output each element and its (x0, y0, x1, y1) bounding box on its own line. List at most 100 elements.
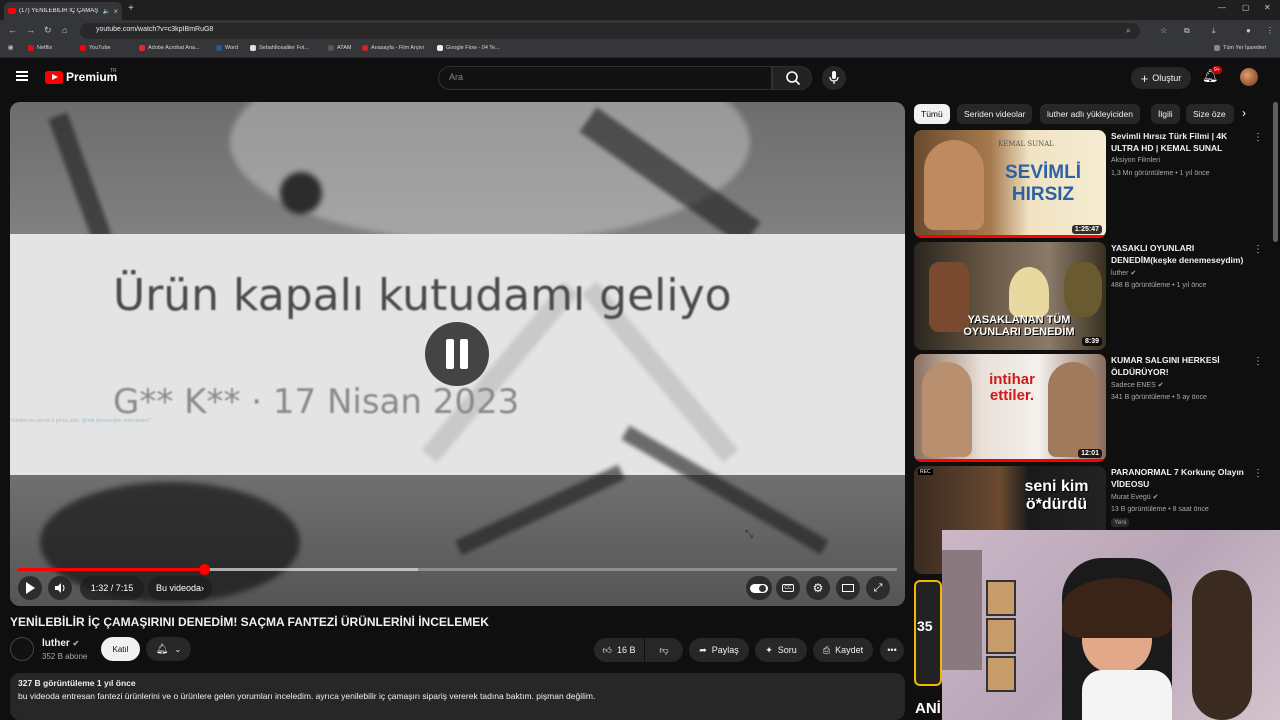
account-avatar[interactable] (1240, 68, 1258, 86)
more-actions-button[interactable]: ••• (880, 638, 904, 662)
recommendation-thumbnail[interactable]: YASAKLANAN TÜM OYUNLARI DENEDİM 8:39 (914, 242, 1106, 350)
apps-icon[interactable]: ▦ (8, 45, 13, 51)
more-vert-icon[interactable]: ⋮ (1253, 356, 1263, 367)
bookmark-word[interactable]: Word (216, 45, 238, 51)
video-player[interactable]: Ürün kapalı kutudamı geliyo G** K** · 17… (10, 102, 905, 606)
menu-hamburger-icon[interactable] (16, 71, 28, 81)
recommendation-item[interactable]: intihar ettiler. 12:01 KUMAR SALGINI HER… (914, 354, 1272, 462)
video-overlay-title: Ürün kapalı kutudamı geliyo (113, 270, 732, 321)
video-title: YENİLEBİLİR İÇ ÇAMAŞIRINI DENEDİM! SAÇMA… (10, 615, 489, 629)
partial-thumbnail-text: ANİ (915, 700, 941, 717)
subscription-bell-button[interactable]: 🔔︎ ⌄ (146, 637, 191, 661)
recommendation-channel[interactable]: Sadece ENES ✔ (1111, 381, 1164, 389)
new-tab-button[interactable]: + (128, 3, 134, 14)
close-window-button[interactable]: ✕ (1264, 3, 1271, 12)
recommendation-thumbnail[interactable]: intihar ettiler. 12:01 (914, 354, 1106, 462)
zoom-icon[interactable]: ⌕ (1126, 26, 1130, 36)
chip-series[interactable]: Seriden videolar (957, 104, 1033, 124)
bookmark-photos[interactable]: Sebahİlosaliler Fot... (250, 45, 309, 51)
chip-related[interactable]: İlgili (1151, 104, 1180, 124)
page-scrollbar[interactable] (1273, 102, 1278, 242)
notification-badge: 9+ (1212, 66, 1222, 74)
thumbs-up-icon: 👍︎ (602, 644, 612, 655)
download-icon[interactable]: ⤓ (1212, 26, 1216, 36)
description-box[interactable]: 327 B görüntüleme 1 yıl önce bu videoda … (10, 673, 905, 720)
all-bookmarks[interactable]: Tüm Yer İşaretleri (1214, 45, 1266, 51)
video-duration: 8:39 (1081, 337, 1102, 346)
dislike-button[interactable]: 👎︎ (645, 638, 683, 662)
partial-thumbnail-text: 35 (917, 618, 933, 634)
create-button[interactable]: + Oluştur (1131, 67, 1191, 89)
bookmark-netflix[interactable]: Netflix (28, 45, 52, 51)
maximize-button[interactable]: ▢ (1242, 3, 1250, 12)
home-icon[interactable]: ⌂ (62, 25, 67, 35)
bookmark-google-flow[interactable]: Google Flow - 04 Te... (437, 45, 500, 51)
channel-avatar[interactable] (10, 637, 34, 661)
forward-arrow-icon[interactable]: → (26, 25, 35, 35)
join-button[interactable]: Katıl (101, 637, 140, 661)
youtube-logo-icon[interactable] (45, 71, 63, 84)
recommendation-item[interactable]: KEMAL SUNAL SEVİMLİ HIRSIZ 1:25:47 Sevim… (914, 130, 1272, 238)
verified-icon: ✔ (1152, 494, 1159, 501)
play-button[interactable] (18, 576, 42, 600)
verified-icon: ✔ (1157, 382, 1164, 389)
recommendation-channel[interactable]: luther ✔ (1111, 269, 1136, 277)
voice-search-button[interactable] (822, 66, 846, 90)
youtube-masthead: Premium TR Ara + Oluştur 🔔︎ 9+ (0, 58, 1280, 98)
more-vert-icon[interactable]: ⋮ (1253, 244, 1263, 255)
recommendation-channel[interactable]: Aksiyon Filmleri (1111, 157, 1160, 164)
bookmark-film-arsivi[interactable]: Anasayfa - Film Arşivi (362, 45, 424, 51)
back-arrow-icon[interactable]: ← (8, 25, 17, 35)
verified-icon: ✔ (1130, 270, 1137, 277)
minimize-button[interactable]: — (1218, 3, 1226, 12)
thumbs-down-icon: 👎︎ (659, 644, 669, 655)
address-bar[interactable]: youtube.com/watch?v=c3kpIBmRuG8 (80, 23, 1140, 39)
speaker-icon: 🔈 (102, 8, 111, 15)
chips-next-chevron-icon[interactable]: › (1242, 106, 1246, 120)
autoplay-toggle[interactable] (746, 576, 772, 600)
bookmark-atam[interactable]: ATAM (328, 45, 351, 51)
subtitles-button[interactable]: CC (776, 576, 800, 600)
chip-all[interactable]: Tümü (914, 104, 950, 124)
profile-icon[interactable]: ● (1246, 26, 1251, 35)
cc-icon: CC (782, 584, 794, 592)
chrome-menu-icon[interactable]: ⋮ (1266, 26, 1274, 35)
reload-icon[interactable]: ↻ (44, 25, 52, 36)
recommendation-meta: 1,3 Mn görüntüleme • 1 yıl önce (1111, 170, 1210, 177)
search-button[interactable] (772, 66, 812, 90)
share-button[interactable]: ➦ Paylaş (689, 638, 749, 662)
browser-tabbar: (17) YENİLEBİLİR İÇ ÇAMAŞ 🔈 × + — ▢ ✕ (0, 0, 1280, 20)
verified-icon: ✔ (72, 639, 80, 648)
extensions-icon[interactable]: ⧉ (1184, 26, 1190, 36)
chip-for-you[interactable]: Size öze (1186, 104, 1234, 124)
fullscreen-button[interactable]: ⤢ (866, 576, 890, 600)
search-input[interactable]: Ara (438, 66, 772, 90)
settings-button[interactable]: ⚙ (806, 576, 830, 600)
recommendation-thumbnail[interactable]: KEMAL SUNAL SEVİMLİ HIRSIZ 1:25:47 (914, 130, 1106, 238)
pause-button[interactable] (425, 322, 489, 386)
tab-close-icon[interactable]: × (113, 7, 118, 16)
recommendation-channel[interactable]: Murat Evegü ✔ (1111, 493, 1159, 501)
chapters-button[interactable]: Bu videoda › (148, 576, 212, 600)
chevron-down-icon: ⌄ (174, 644, 182, 654)
volume-button[interactable] (48, 576, 72, 600)
bookmark-youtube[interactable]: YouTube (80, 45, 111, 51)
ask-button[interactable]: ✦ Soru (755, 638, 807, 662)
miniplayer-button[interactable] (836, 576, 860, 600)
channel-name[interactable]: luther ✔ (42, 638, 79, 649)
like-button[interactable]: 👍︎ 16 B (594, 638, 644, 662)
sparkle-icon: ✦ (765, 644, 773, 655)
more-vert-icon[interactable]: ⋮ (1253, 468, 1263, 479)
browser-tab[interactable]: (17) YENİLEBİLİR İÇ ÇAMAŞ 🔈 × (4, 2, 122, 20)
views-date: 327 B görüntüleme 1 yıl önce (18, 678, 136, 688)
description-text: bu videoda entresan fantezi ürünlerini v… (18, 691, 596, 701)
save-button[interactable]: ⎙ Kaydet (813, 638, 873, 662)
progress-bar[interactable] (18, 564, 897, 575)
bookmark-star-icon[interactable]: ☆ (1160, 26, 1167, 35)
new-badge: Yeni (1111, 518, 1130, 527)
brand-region: TR (110, 68, 117, 74)
more-vert-icon[interactable]: ⋮ (1253, 132, 1263, 143)
recommendation-item[interactable]: YASAKLANAN TÜM OYUNLARI DENEDİM 8:39 YAS… (914, 242, 1272, 350)
chip-uploader[interactable]: luther adlı yükleyiciden (1040, 104, 1140, 124)
bookmark-adobe[interactable]: Adobe Acrobat Ana... (139, 45, 200, 51)
